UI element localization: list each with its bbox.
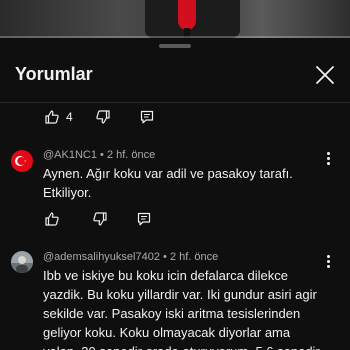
user-photo-avatar-icon (11, 251, 33, 273)
dislike-button[interactable] (92, 209, 108, 229)
comment-author[interactable]: @ademsalihyuksel7402 (43, 251, 160, 263)
video-frame-microphone (178, 0, 196, 30)
comments-header: Yorumlar (0, 56, 350, 94)
prev-comment-actions: 4 (44, 107, 155, 127)
reply-button[interactable] (136, 209, 152, 229)
comment-meta: @ademsalihyuksel7402 • 2 hf. önce (43, 251, 218, 263)
close-icon (316, 66, 334, 84)
comment-text: Ibb ve iskiye bu koku icin defalarca dil… (43, 268, 320, 350)
comment-author[interactable]: @AK1NC1 (43, 149, 97, 161)
more-vert-dot (326, 156, 330, 160)
more-vert-dot (326, 259, 330, 263)
reply-icon (137, 212, 151, 226)
comment-meta: @AK1NC1 • 2 hf. önce (43, 149, 155, 161)
video-player-strip[interactable] (0, 0, 350, 38)
dislike-icon (93, 212, 107, 226)
like-icon (45, 110, 59, 124)
comment-time: 2 hf. önce (106, 149, 156, 161)
more-vert-icon (326, 254, 330, 258)
reply-icon (140, 110, 153, 124)
drag-handle[interactable] (159, 44, 191, 48)
like-count: 4 (66, 110, 73, 124)
comments-panel: Yorumlar 4 @AK1NC1 • 2 hf. önce Aynen. A… (0, 38, 350, 350)
more-vert-icon (326, 151, 330, 155)
turkey-flag-avatar[interactable] (11, 150, 33, 172)
like-icon (45, 212, 59, 226)
header-divider (0, 102, 350, 103)
turkey-flag-icon (11, 150, 33, 172)
user-avatar[interactable] (11, 251, 33, 273)
meta-separator: • (100, 149, 104, 161)
comment-actions (44, 209, 152, 229)
close-button[interactable] (314, 64, 336, 86)
dislike-button[interactable] (95, 107, 111, 127)
dislike-icon (96, 110, 110, 124)
meta-separator: • (163, 251, 167, 263)
like-button[interactable]: 4 (44, 107, 73, 127)
like-button[interactable] (44, 209, 60, 229)
reply-button[interactable] (139, 107, 155, 127)
comment-time: 2 hf. önce (169, 251, 219, 263)
comments-title: Yorumlar (15, 64, 93, 84)
comment-text: Aynen. Ağır koku var adil ve pasakoy tar… (43, 166, 293, 200)
